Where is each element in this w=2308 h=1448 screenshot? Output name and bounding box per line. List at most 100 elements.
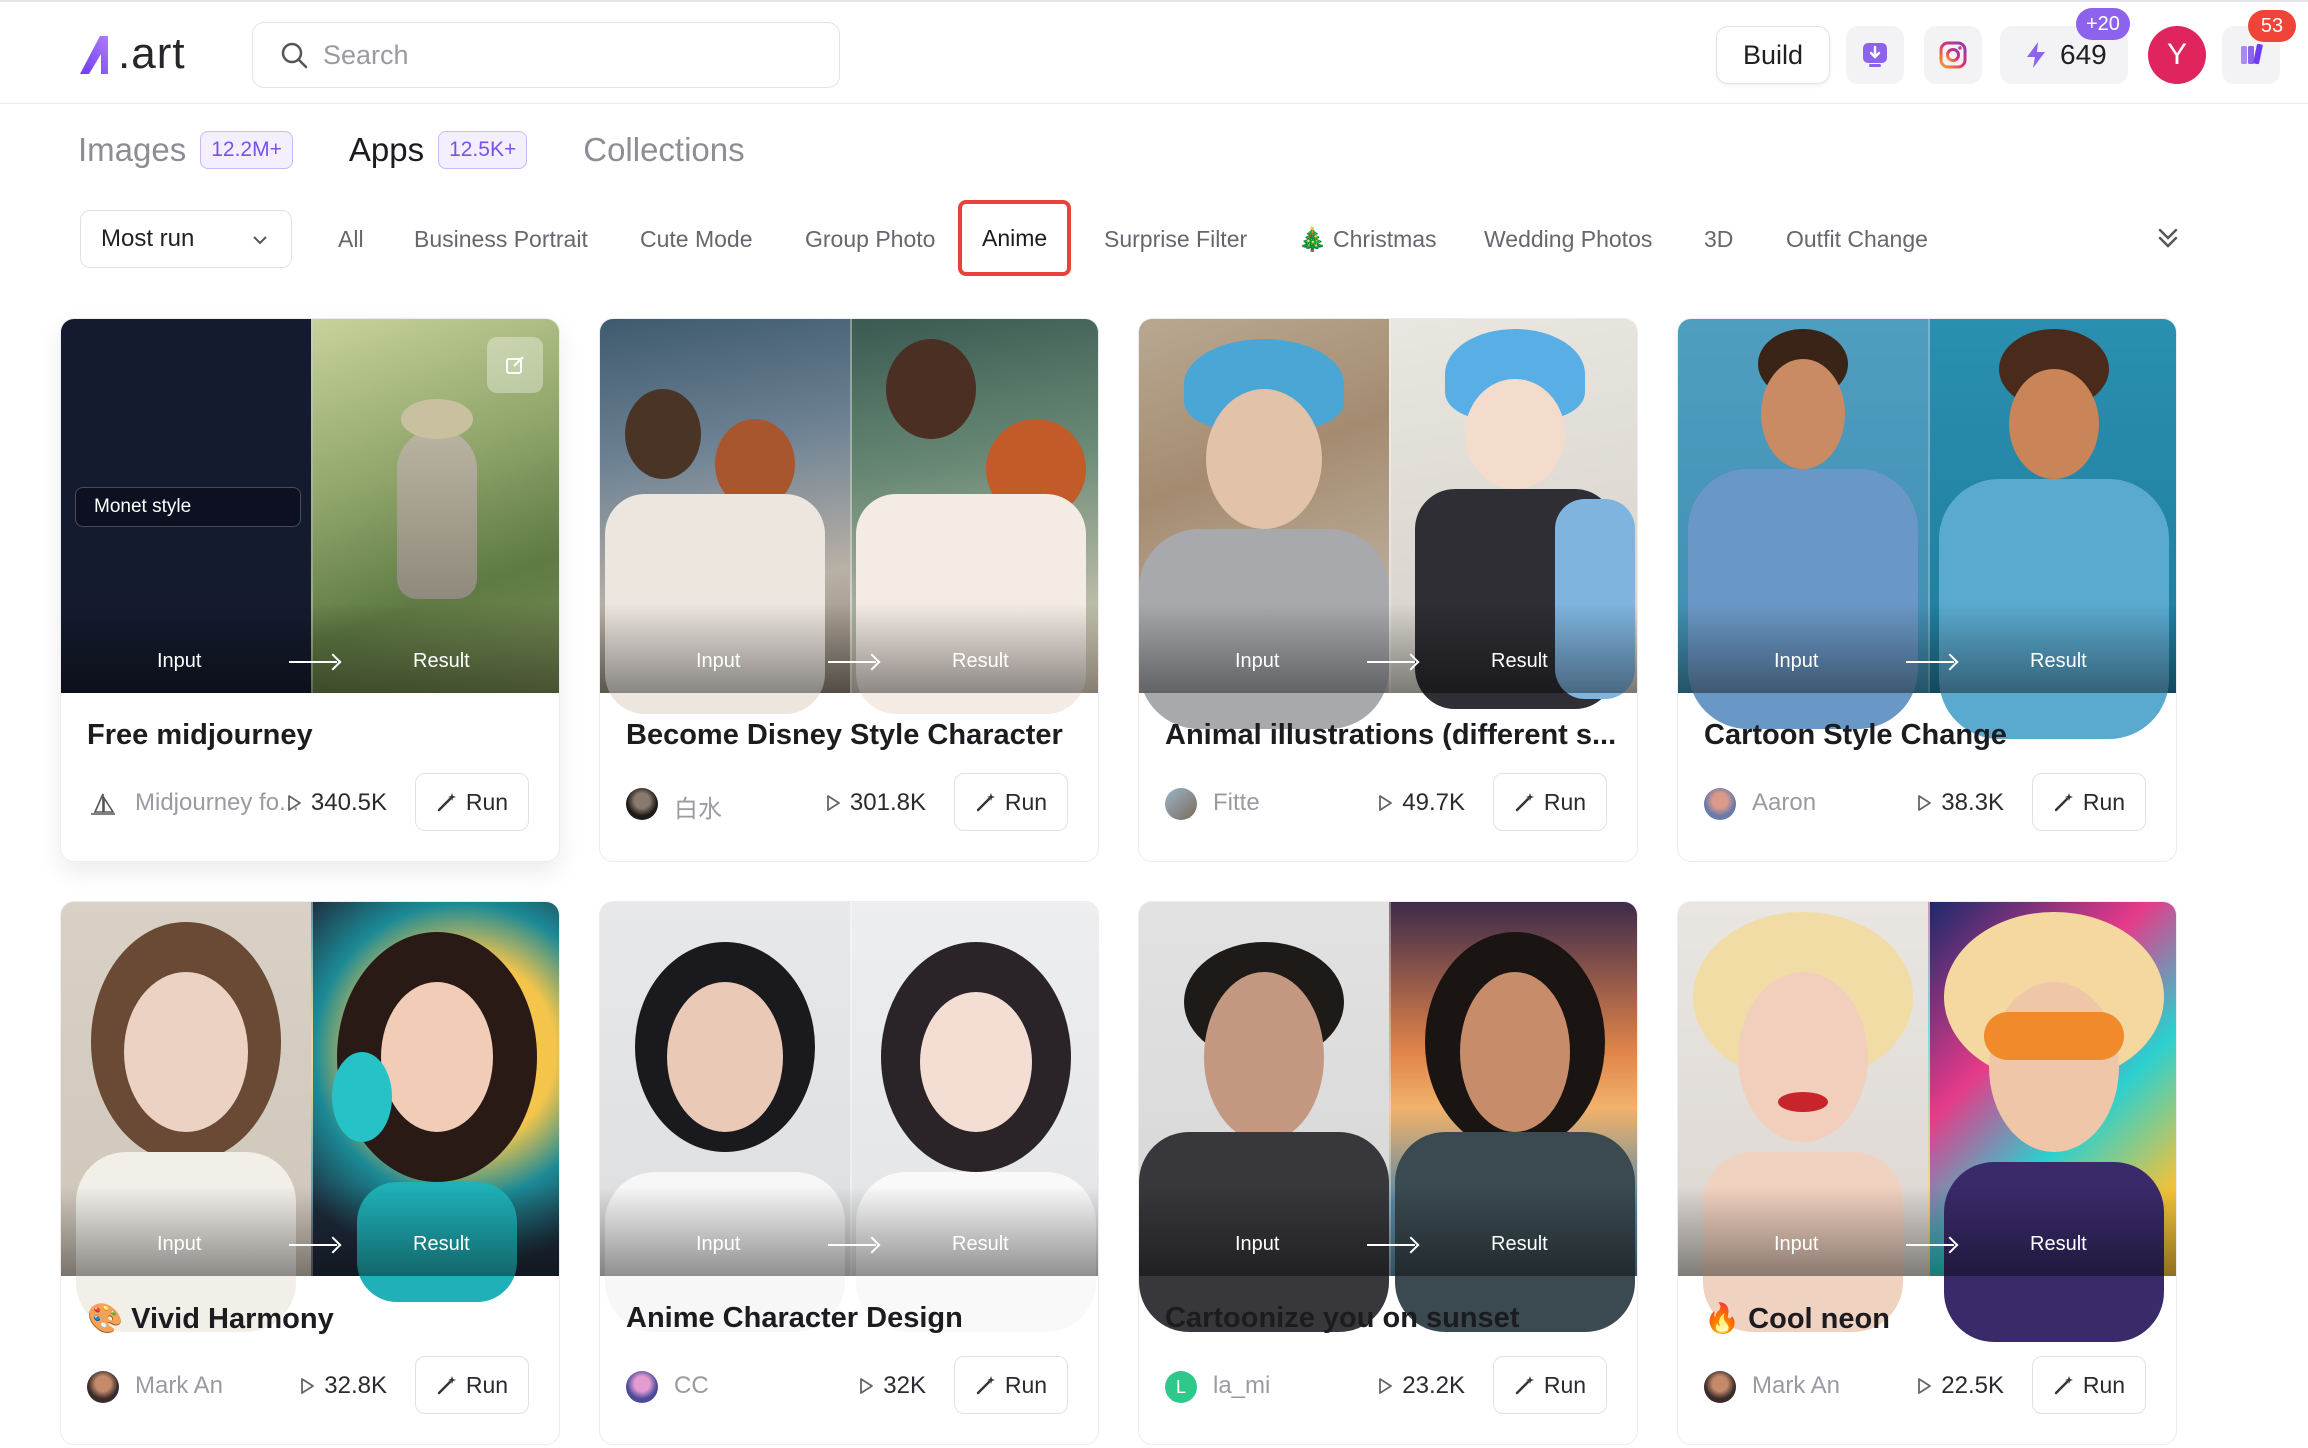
run-count-value: 32.8K (324, 1372, 387, 1399)
download-app-button[interactable] (1846, 26, 1904, 84)
card-title[interactable]: Free midjourney (87, 719, 539, 752)
author-name[interactable]: Mark An (135, 1372, 223, 1400)
card-thumbnail[interactable]: Monet style Input Result (61, 319, 559, 693)
app-card[interactable]: Input Result Anime Character Design CC 3… (599, 901, 1099, 1445)
filter-chip-cute-mode[interactable]: Cute Mode (640, 212, 753, 266)
author-avatar[interactable] (1704, 1371, 1736, 1403)
result-label: Result (413, 1233, 470, 1255)
run-count-value: 32K (883, 1372, 926, 1399)
app-card[interactable]: Input Result Cartoonize you on sunset L … (1138, 901, 1638, 1445)
card-title[interactable]: Become Disney Style Character (626, 719, 1078, 752)
author-avatar[interactable] (626, 1371, 658, 1403)
run-count: 38.3K (1915, 789, 2004, 817)
author-name[interactable]: la_mi (1213, 1372, 1270, 1400)
run-button[interactable]: Run (415, 1356, 529, 1414)
credits-count: 649 (2060, 39, 2107, 70)
expand-filters-icon[interactable] (2152, 222, 2184, 254)
run-button[interactable]: Run (415, 773, 529, 831)
run-label: Run (2082, 1371, 2126, 1398)
author-avatar[interactable]: L (1165, 1371, 1197, 1403)
logo[interactable]: .art (78, 26, 186, 82)
input-label: Input (1774, 650, 1819, 672)
card-thumbnail[interactable]: Input Result (600, 319, 1098, 714)
app-card[interactable]: Input Result Become Disney Style Charact… (599, 318, 1099, 862)
run-button[interactable]: Run (954, 773, 1068, 831)
magic-wand-icon (2054, 793, 2073, 812)
run-count-value: 301.8K (849, 789, 926, 816)
filter-chip-surprise-filter[interactable]: Surprise Filter (1104, 212, 1247, 266)
author-name[interactable]: Midjourney fo... (135, 789, 299, 817)
card-thumbnail[interactable]: Input Result (1678, 902, 2176, 1342)
result-label: Result (952, 650, 1009, 672)
books-icon (2241, 43, 2263, 65)
card-title[interactable]: 🔥 Cool neon (1704, 1302, 2156, 1336)
play-icon (827, 795, 840, 811)
input-label: Input (696, 650, 741, 672)
author-name[interactable]: CC (674, 1372, 709, 1400)
search-input[interactable] (323, 39, 803, 71)
result-label: Result (952, 1233, 1009, 1255)
card-title[interactable]: Cartoonize you on sunset (1165, 1302, 1617, 1335)
run-button[interactable]: Run (2032, 1356, 2146, 1414)
chevron-down-icon (253, 236, 267, 245)
filter-chip-all[interactable]: All (338, 212, 364, 266)
card-meta: Aaron 38.3K Run (1704, 773, 2156, 831)
app-card[interactable]: Input Result Animal illustrations (diffe… (1138, 318, 1638, 862)
author-name[interactable]: Aaron (1752, 789, 1816, 817)
thumbnail-shade (61, 603, 559, 693)
thumbnail-shade (600, 603, 1098, 693)
app-card[interactable]: Monet style Input Result Free midjourney… (60, 318, 560, 862)
card-thumbnail[interactable]: Input Result (1139, 902, 1637, 1332)
filter-chip-group-photo[interactable]: Group Photo (805, 212, 935, 266)
run-count-value: 38.3K (1941, 789, 2004, 816)
author-name[interactable]: Fitte (1213, 789, 1260, 817)
search-bar[interactable] (252, 22, 840, 88)
app-card[interactable]: Input Result 🎨 Vivid Harmony Mark An 32.… (60, 901, 560, 1445)
style-pill[interactable]: Monet style (75, 487, 301, 527)
tab-images[interactable]: Images 12.2M+ (78, 131, 293, 169)
run-count-value: 49.7K (1402, 789, 1465, 816)
card-thumbnail[interactable]: Input Result (61, 902, 559, 1332)
card-title[interactable]: Anime Character Design (626, 1302, 1078, 1335)
card-thumbnail[interactable]: Input Result (600, 902, 1098, 1332)
filter-chip-christmas[interactable]: 🎄 Christmas (1298, 212, 1437, 266)
build-button[interactable]: Build (1716, 26, 1830, 84)
run-button[interactable]: Run (1493, 1356, 1607, 1414)
user-avatar[interactable]: Y (2148, 26, 2206, 84)
tab-apps[interactable]: Apps 12.5K+ (348, 131, 528, 169)
run-button[interactable]: Run (2032, 773, 2146, 831)
filter-chip-3d[interactable]: 3D (1704, 212, 1733, 266)
author-name[interactable]: 白水 (674, 789, 722, 824)
arrow-right-icon (1906, 661, 1954, 663)
play-icon (1918, 1378, 1932, 1394)
instagram-icon (1939, 41, 1967, 69)
input-label: Input (1774, 1233, 1819, 1255)
card-thumbnail[interactable]: Input Result (1678, 319, 2176, 739)
card-thumbnail[interactable]: Input Result (1139, 319, 1637, 729)
card-meta: CC 32K Run (626, 1356, 1078, 1414)
edit-button[interactable] (487, 337, 543, 393)
card-title[interactable]: Animal illustrations (different s... (1165, 719, 1617, 752)
filter-chip-wedding-photos[interactable]: Wedding Photos (1484, 212, 1652, 266)
author-name[interactable]: Mark An (1752, 1372, 1840, 1400)
author-avatar[interactable] (1165, 788, 1197, 820)
filter-chip-business-portrait[interactable]: Business Portrait (414, 212, 588, 266)
filter-chip-anime[interactable]: Anime (958, 200, 1072, 276)
app-card[interactable]: Input Result Cartoon Style Change Aaron … (1677, 318, 2177, 862)
card-title[interactable]: 🎨 Vivid Harmony (87, 1302, 539, 1336)
card-title[interactable]: Cartoon Style Change (1704, 719, 2156, 752)
run-count: 23.2K (1376, 1372, 1465, 1400)
tab-collections[interactable]: Collections (583, 131, 744, 169)
thumbnail-shade (1678, 603, 2176, 693)
run-button[interactable]: Run (1493, 773, 1607, 831)
instagram-button[interactable] (1924, 26, 1982, 84)
author-avatar[interactable] (1704, 788, 1736, 820)
play-icon (301, 1378, 315, 1394)
tab-label: Apps (348, 131, 425, 168)
author-avatar[interactable] (626, 788, 658, 820)
run-button[interactable]: Run (954, 1356, 1068, 1414)
sort-dropdown[interactable]: Most run (80, 210, 292, 268)
filter-chip-outfit-change[interactable]: Outfit Change (1786, 212, 1928, 266)
app-card[interactable]: Input Result 🔥 Cool neon Mark An 22.5K R… (1677, 901, 2177, 1445)
author-avatar[interactable] (87, 1371, 119, 1403)
